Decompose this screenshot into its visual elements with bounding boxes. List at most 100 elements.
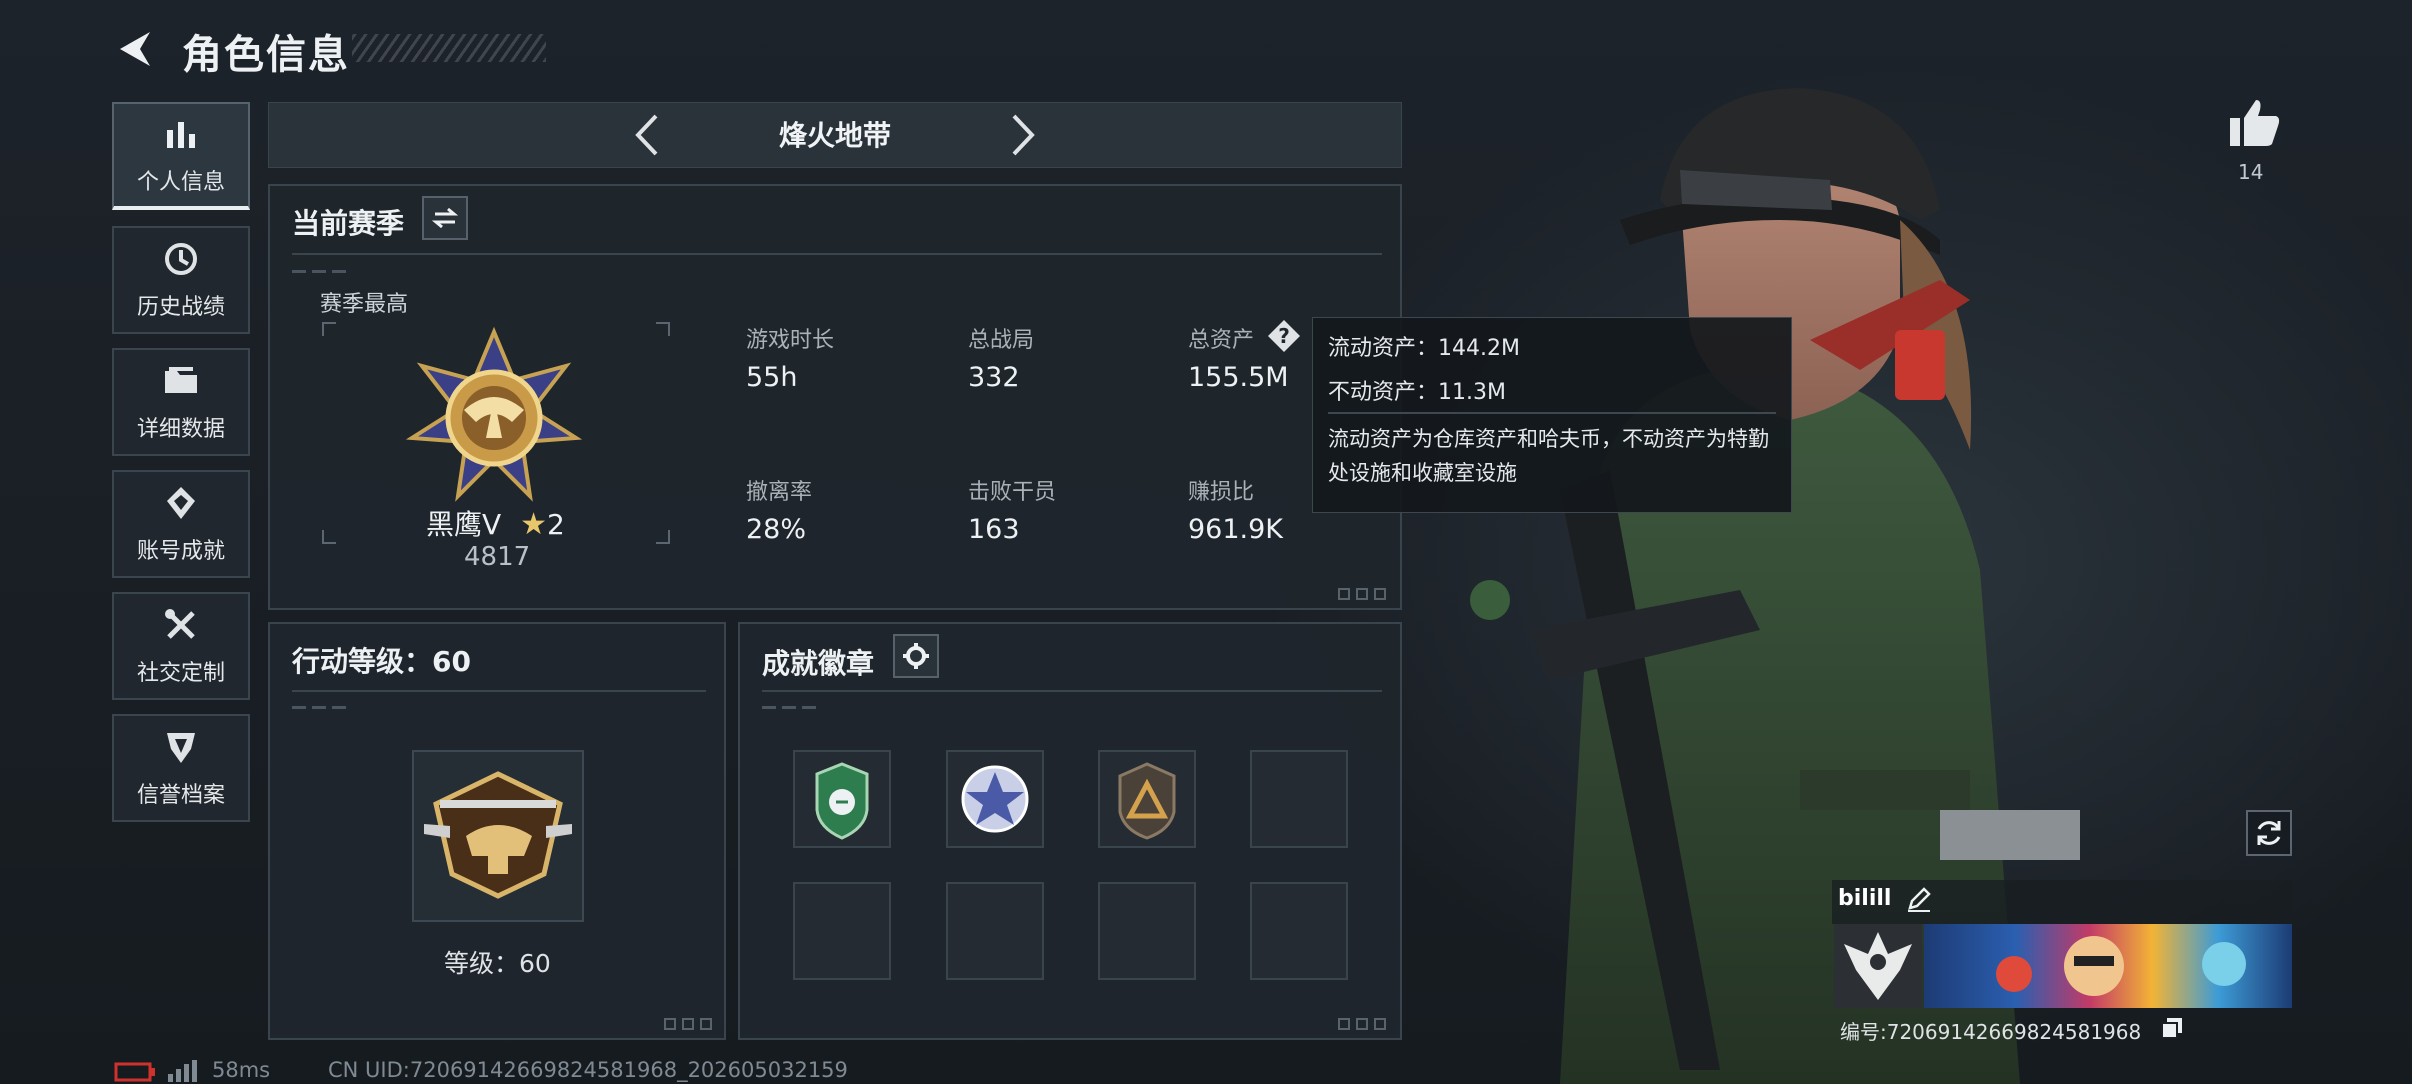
like-count: 14: [2238, 160, 2264, 184]
stat-value: 55h: [746, 362, 798, 393]
divider: [762, 690, 1382, 692]
corner-mark: [1338, 588, 1350, 600]
badge-slot-empty[interactable]: [1098, 882, 1196, 980]
action-level-title: 行动等级：60: [292, 645, 471, 678]
divider: [762, 706, 816, 709]
sidebar-item-reputation[interactable]: 信誉档案: [112, 714, 250, 822]
season-title: 当前赛季: [292, 207, 405, 240]
level-text: 等级：60: [444, 949, 551, 978]
player-id: 编号:7206914266982458196​8: [1840, 1020, 2142, 1044]
gear-icon: [903, 643, 929, 669]
tooltip-fixed-assets: 不动资产：11.3M: [1328, 380, 1506, 405]
divider: [292, 706, 346, 709]
divider: [1328, 412, 1776, 414]
eagle-emblem-icon: [1844, 932, 1912, 1000]
badges-title: 成就徽章: [762, 647, 875, 680]
sidebar-item-achievement[interactable]: 账号成就: [112, 470, 250, 578]
divider: [292, 253, 1382, 255]
swap-icon: [432, 207, 458, 229]
sidebar-item-social[interactable]: 社交定制: [112, 592, 250, 700]
star-icon: ★: [520, 507, 547, 542]
sidebar-item-label: 账号成就: [136, 539, 225, 564]
tools-icon: [165, 609, 195, 639]
frame-corner: [656, 322, 670, 336]
header-stripe: [352, 34, 546, 62]
rank-star-count: 2: [546, 508, 565, 541]
divider: [292, 690, 706, 692]
frame-corner: [322, 530, 336, 544]
sidebar-item-label: 历史战绩: [136, 295, 225, 320]
corner-mark: [1356, 588, 1368, 600]
svg-text:?: ?: [1278, 324, 1290, 348]
achievement-icon: [167, 487, 195, 519]
frame-corner: [322, 322, 336, 336]
rank-name: 黑鹰V: [426, 508, 502, 541]
sidebar-item-label: 信誉档案: [136, 783, 225, 808]
badge-settings-button[interactable]: [893, 634, 939, 678]
player-avatar[interactable]: [1834, 924, 1922, 1008]
rank-medal-icon: [405, 326, 583, 502]
mode-title: 烽火地带: [778, 119, 891, 152]
next-mode-arrow-icon[interactable]: [998, 110, 1046, 160]
page-title: 角色信息: [182, 32, 350, 78]
stat-label: 总资产: [1188, 328, 1255, 353]
corner-mark: [664, 1018, 676, 1030]
star-badge-icon: [961, 765, 1029, 833]
back-arrow-icon[interactable]: [112, 26, 158, 72]
stat-value: 28%: [746, 514, 807, 545]
sidebar-item-label: 社交定制: [136, 661, 225, 686]
sidebar-item-label: 详细数据: [136, 417, 225, 442]
help-icon[interactable]: ?: [1266, 318, 1302, 354]
triangle-badge-icon: [1118, 762, 1176, 840]
rank-score: 4817: [464, 542, 531, 572]
folder-icon: [165, 367, 197, 393]
rank-name-row: 黑鹰V ★2: [426, 503, 565, 543]
helicopter-emblem-icon: [424, 771, 572, 899]
bar-chart-icon: [167, 122, 195, 148]
badge-slot[interactable]: [1098, 750, 1196, 848]
badge-slot[interactable]: [946, 750, 1044, 848]
ping-text: 58ms: [212, 1058, 271, 1082]
badge-slot-empty[interactable]: [946, 882, 1044, 980]
sidebar-item-label: 个人信息: [136, 170, 225, 195]
corner-mark: [700, 1018, 712, 1030]
history-icon: [165, 243, 197, 275]
badge-slot-empty[interactable]: [1250, 882, 1348, 980]
player-banner[interactable]: [1924, 924, 2292, 1008]
rotate-button[interactable]: [2246, 810, 2292, 856]
stat-label: 击败干员: [968, 480, 1057, 505]
stat-value: 332: [968, 362, 1020, 393]
shield-icon: [167, 733, 195, 763]
corner-mark: [1338, 1018, 1350, 1030]
copy-icon[interactable]: [2160, 1016, 2184, 1040]
corner-mark: [682, 1018, 694, 1030]
banner-art: [1996, 936, 2246, 996]
sidebar-item-detail-data[interactable]: 详细数据: [112, 348, 250, 456]
thumbs-up-icon[interactable]: [2228, 98, 2282, 148]
frame-corner: [656, 530, 670, 544]
sidebar-item-personal-info[interactable]: 个人信息: [112, 102, 250, 210]
edit-icon[interactable]: [1906, 886, 1932, 912]
player-name: bilill: [1838, 886, 1892, 911]
divider: [292, 270, 346, 273]
stat-value: 155.5M: [1188, 362, 1289, 393]
stat-label: 赚损比: [1188, 480, 1255, 505]
sidebar-item-history[interactable]: 历史战绩: [112, 226, 250, 334]
uid-text: CN UID:7206914266982458196​8_20260503215…: [328, 1058, 848, 1082]
badge-slot-empty[interactable]: [793, 882, 891, 980]
badge-slot[interactable]: [793, 750, 891, 848]
signal-icon: [168, 1060, 197, 1082]
stat-label: 游戏时长: [746, 328, 835, 353]
corner-mark: [1374, 1018, 1386, 1030]
stat-value: 163: [968, 514, 1020, 545]
season-best-label: 赛季最高: [320, 292, 409, 317]
tooltip-liquid-assets: 流动资产：144.2M: [1328, 336, 1520, 361]
tooltip-description: 流动资产为仓库资产和哈夫币，不动资产为特勤处设施和收藏室设施: [1328, 427, 1769, 485]
prev-mode-arrow-icon[interactable]: [624, 110, 672, 160]
rotate-icon: [2257, 821, 2281, 845]
corner-mark: [1374, 588, 1386, 600]
stat-label: 总战局: [968, 328, 1035, 353]
badge-slot-empty[interactable]: [1250, 750, 1348, 848]
switch-season-button[interactable]: [422, 196, 468, 240]
battery-icon: [114, 1062, 155, 1082]
